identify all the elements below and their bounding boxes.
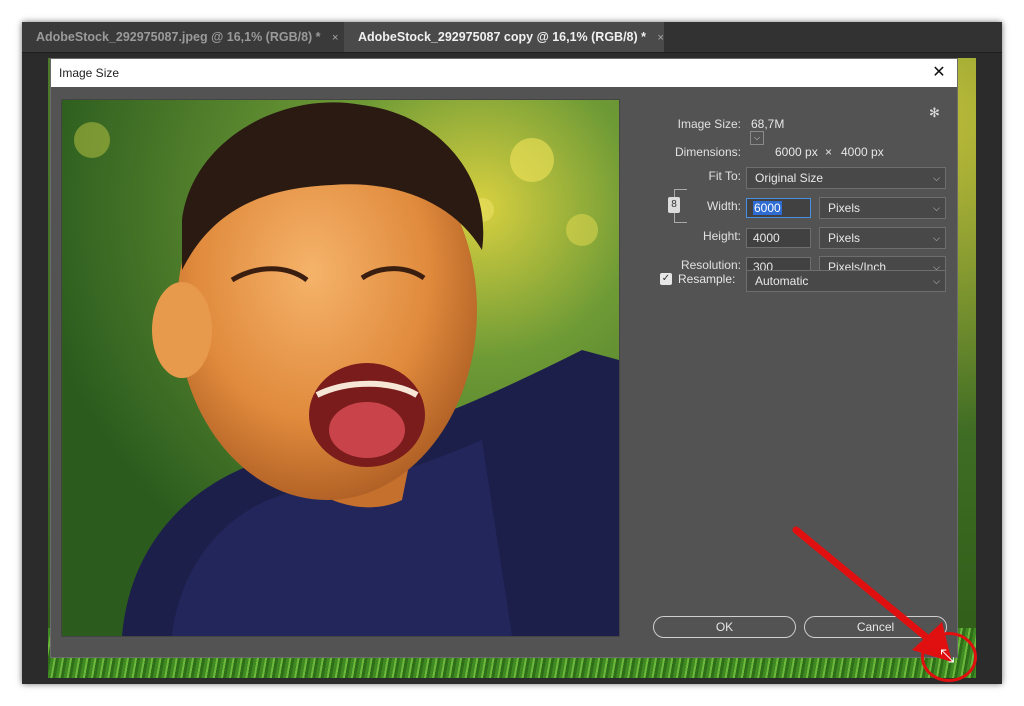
fit-to-value: Original Size <box>755 171 824 185</box>
dimensions-width: 6000 px <box>775 145 818 159</box>
height-unit-value: Pixels <box>828 231 861 245</box>
chevron-down-icon: ⌵ <box>933 276 940 286</box>
chevron-down-icon: ⌵ <box>933 203 940 213</box>
resample-value: Automatic <box>755 274 809 288</box>
height-input[interactable]: 4000 <box>746 228 811 248</box>
resample-select[interactable]: Automatic ⌵ <box>746 270 946 292</box>
width-input[interactable]: 6000 <box>746 198 811 218</box>
image-size-label: Image Size: <box>677 117 741 131</box>
resample-label: Resample: <box>678 272 736 286</box>
dimensions-height: 4000 px <box>841 145 884 159</box>
ok-button[interactable]: OK <box>653 616 796 638</box>
width-unit-value: Pixels <box>828 201 861 215</box>
chevron-down-icon: ⌵ <box>933 173 940 183</box>
close-icon[interactable]: × <box>332 32 338 44</box>
tab-document-1[interactable]: AdobeStock_292975087.jpeg @ 16,1% (RGB/8… <box>22 22 344 52</box>
resize-handle-icon[interactable]: ⤡ <box>940 647 954 665</box>
fit-to-select[interactable]: Original Size ⌵ <box>746 167 946 189</box>
document-tabbar: AdobeStock_292975087.jpeg @ 16,1% (RGB/8… <box>22 22 1002 53</box>
dialog-title: Image Size <box>51 59 957 87</box>
chevron-down-icon: ⌵ <box>933 233 940 243</box>
image-preview[interactable] <box>61 99 620 637</box>
fit-to-label: Fit To: <box>708 169 741 183</box>
image-size-dialog: Image Size ✕ Image Size: 68,7M ✻ Dimensi… <box>50 58 958 658</box>
height-unit-select[interactable]: Pixels ⌵ <box>819 227 946 249</box>
photoshop-window: AdobeStock_292975087.jpeg @ 16,1% (RGB/8… <box>22 22 1002 684</box>
close-icon[interactable]: × <box>658 32 664 44</box>
tab-label: AdobeStock_292975087.jpeg @ 16,1% (RGB/8… <box>36 30 321 44</box>
image-size-value: 68,7M <box>751 117 785 131</box>
tab-document-2[interactable]: AdobeStock_292975087 copy @ 16,1% (RGB/8… <box>344 22 664 52</box>
preview-photo <box>62 100 619 636</box>
cancel-button[interactable]: Cancel <box>804 616 947 638</box>
tab-label: AdobeStock_292975087 copy @ 16,1% (RGB/8… <box>358 30 647 44</box>
resolution-label: Resolution: <box>680 258 741 272</box>
width-input-value: 6000 <box>753 201 782 215</box>
width-label: Width: <box>706 199 741 213</box>
chevron-down-icon[interactable]: ⌵ <box>750 131 764 145</box>
dimensions-label: Dimensions: <box>674 145 741 159</box>
width-unit-select[interactable]: Pixels ⌵ <box>819 197 946 219</box>
dimensions-times: × <box>825 145 833 159</box>
resample-checkbox[interactable]: ✓ <box>660 273 672 285</box>
height-label: Height: <box>702 229 741 243</box>
close-icon[interactable]: ✕ <box>929 63 949 83</box>
gear-icon[interactable]: ✻ <box>929 105 940 121</box>
